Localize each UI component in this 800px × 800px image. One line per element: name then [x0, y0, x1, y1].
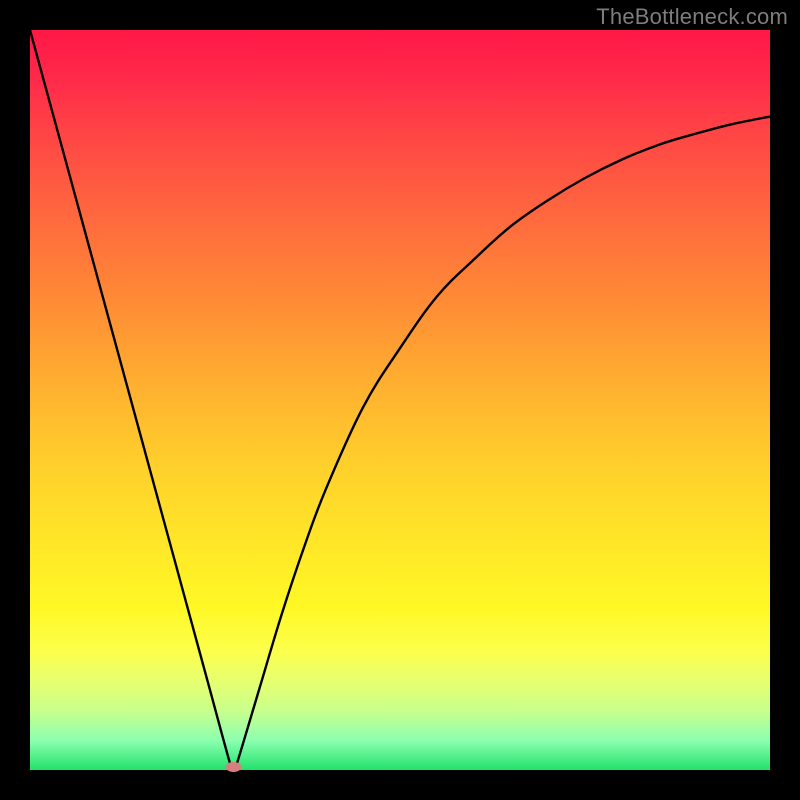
bottleneck-curve-path: [30, 30, 770, 772]
chart-frame: TheBottleneck.com: [0, 0, 800, 800]
watermark-label: TheBottleneck.com: [596, 4, 788, 30]
minimum-marker: [226, 762, 242, 772]
bottleneck-curve-svg: [30, 30, 770, 770]
